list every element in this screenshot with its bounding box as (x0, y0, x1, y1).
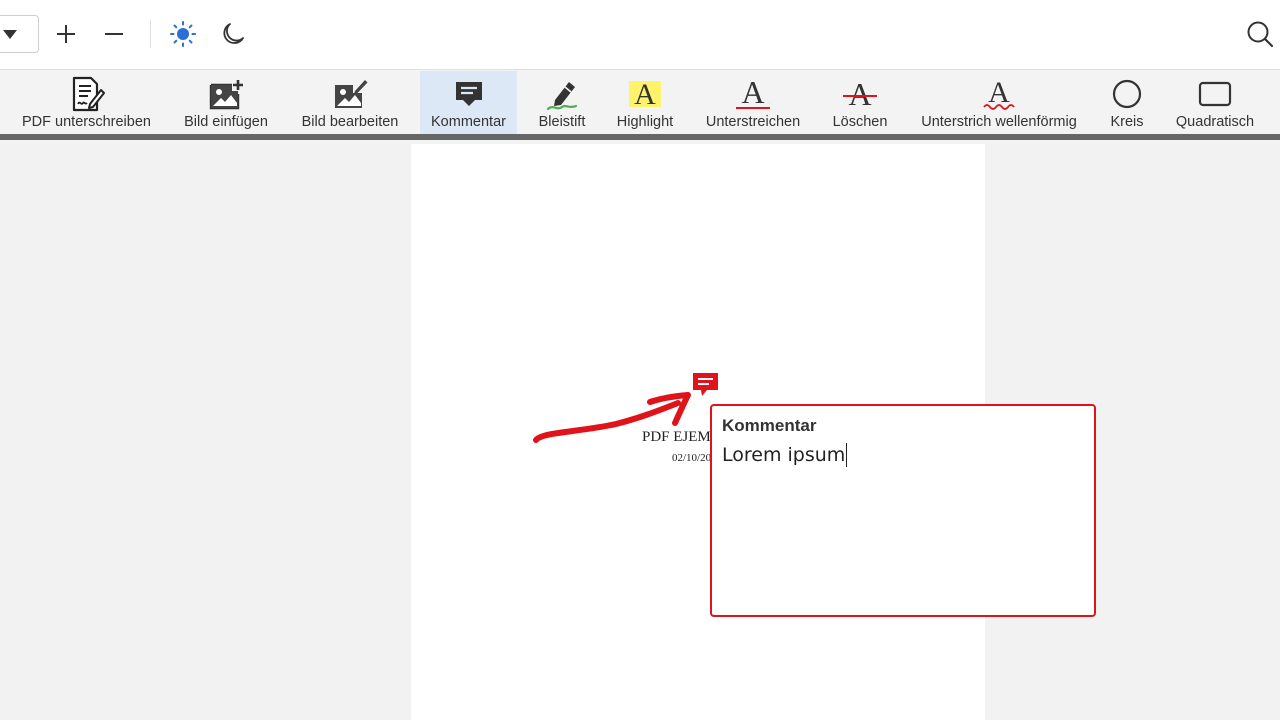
comment-text-input[interactable]: Lorem ipsum (722, 443, 848, 467)
minus-icon (105, 33, 123, 35)
sun-icon (170, 21, 196, 47)
tool-wavy-underline[interactable]: A Unterstrich wellenförmig (912, 71, 1086, 134)
svg-text:A: A (634, 78, 656, 110)
tool-pencil[interactable]: Bleistift (530, 71, 594, 134)
svg-text:A: A (741, 77, 764, 110)
tool-label: Löschen (832, 114, 888, 130)
sign-document-icon (72, 76, 105, 112)
comment-icon (455, 82, 482, 106)
chevron-down-icon (3, 30, 17, 39)
insert-image-icon (209, 78, 244, 110)
dark-mode-button[interactable] (217, 18, 249, 50)
top-bar (0, 0, 1280, 70)
tool-label: Quadratisch (1175, 114, 1255, 130)
tool-strikethrough[interactable]: A Löschen (826, 71, 894, 134)
tool-label: Highlight (616, 114, 674, 130)
tool-label: Bleistift (538, 114, 586, 130)
light-mode-button[interactable] (167, 18, 199, 50)
tool-label: Kommentar (431, 114, 506, 130)
search-icon (1247, 21, 1274, 48)
strikethrough-icon: A (843, 77, 877, 111)
square-icon (1198, 81, 1232, 107)
annotation-toolbar: PDF unterschreiben Bild einfügen Bild be… (0, 71, 1280, 134)
wavy-underline-icon: A (983, 77, 1015, 110)
zoom-in-button[interactable] (50, 18, 82, 50)
tool-label: Bild einfügen (184, 114, 268, 130)
tool-comment[interactable]: Kommentar (420, 71, 517, 134)
tool-label: Bild bearbeiten (301, 114, 399, 130)
toolbar-divider (150, 20, 151, 48)
pencil-icon (546, 82, 578, 111)
search-button[interactable] (1244, 18, 1276, 50)
tool-label: Unterstrich wellenförmig (921, 114, 1077, 130)
circle-icon (1112, 79, 1142, 109)
pdf-date: 02/10/2019 (672, 452, 712, 464)
tool-circle[interactable]: Kreis (1100, 71, 1154, 134)
highlight-icon: A (629, 78, 661, 110)
tool-edit-image[interactable]: Bild bearbeiten (294, 71, 406, 134)
comment-popup[interactable]: Kommentar Lorem ipsum (710, 404, 1096, 617)
tool-label: PDF unterschreiben (22, 114, 151, 130)
freehand-arrow-drawing[interactable] (530, 388, 695, 448)
plus-icon (57, 25, 75, 43)
tool-underline[interactable]: A Unterstreichen (700, 71, 806, 134)
moon-icon (223, 23, 244, 44)
comment-marker-icon[interactable] (693, 373, 718, 397)
tool-square[interactable]: Quadratisch (1168, 71, 1262, 134)
tool-insert-image[interactable]: Bild einfügen (176, 71, 276, 134)
tool-sign-pdf[interactable]: PDF unterschreiben (12, 71, 161, 134)
edit-image-icon (335, 77, 368, 108)
zoom-out-button[interactable] (98, 18, 130, 50)
zoom-dropdown[interactable] (0, 15, 39, 53)
underline-icon: A (736, 77, 770, 110)
tool-label: Kreis (1110, 114, 1144, 130)
tool-label: Unterstreichen (705, 114, 801, 130)
tool-highlight[interactable]: A Highlight (607, 71, 683, 134)
comment-heading: Kommentar (722, 416, 817, 435)
svg-text:A: A (848, 77, 871, 111)
